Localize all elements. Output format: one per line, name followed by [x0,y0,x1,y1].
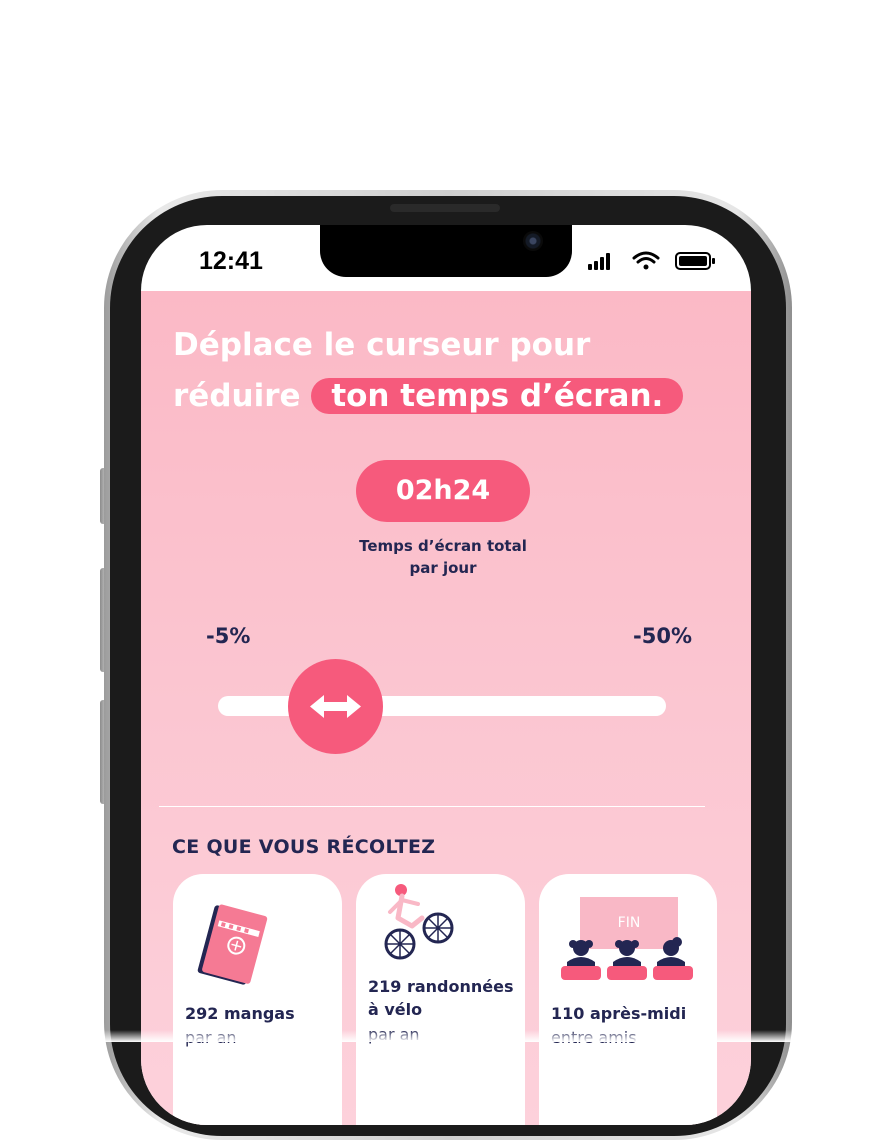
status-icons [588,251,715,270]
screen-time-caption: Temps d’écran total par jour [291,535,595,579]
cinema-screen-text: FIN [617,915,641,931]
screen-time-caption-line1: Temps d’écran total [359,537,527,555]
bottom-fade [0,1030,892,1042]
card-bike-title: 219 randonnées à vélo [368,975,514,1021]
section-title: CE QUE VOUS RÉCOLTEZ [172,836,436,858]
notch [320,225,572,277]
status-time: 12:41 [199,247,263,275]
headline-highlight: ton temps d’écran. [311,378,684,414]
cinema-audience-icon [561,937,693,980]
slider-min-label: -5% [206,624,251,648]
card-cinema-title: 110 après-midi [551,1004,687,1023]
reward-card-bike[interactable]: 219 randonnées à vélo par an [356,874,525,1125]
double-arrow-icon [310,695,361,718]
earpiece-speaker [390,204,500,212]
manga-book-icon [197,904,268,985]
slider-track[interactable] [218,696,666,716]
card-mangas-title: 292 mangas [185,1004,295,1023]
screen-time-value: 02h24 [356,460,530,522]
cyclist-icon [384,884,454,960]
section-divider [159,806,705,807]
slider-max-label: -50% [633,624,692,648]
headline-line2-plain: réduire [173,378,301,414]
reward-card-mangas[interactable]: 292 mangas par an [173,874,342,1125]
signal-icon [588,253,610,270]
phone-screen: 12:41 Déplace le curseur pour réduire to… [141,225,751,1125]
battery-icon [675,252,715,270]
headline-line1: Déplace le curseur pour [173,327,591,363]
front-camera [523,231,543,251]
headline: Déplace le curseur pour réduire ton temp… [173,320,733,422]
app-content: Déplace le curseur pour réduire ton temp… [141,291,751,1125]
screen-time-caption-line2: par jour [409,559,477,577]
wifi-icon [632,251,660,270]
card-bike-title-line1: 219 randonnées [368,977,514,996]
slider-handle[interactable] [288,659,383,754]
card-bike-title-line2: à vélo [368,1000,423,1019]
reward-card-cinema[interactable]: FIN 110 après-midi entre amis [539,874,717,1125]
